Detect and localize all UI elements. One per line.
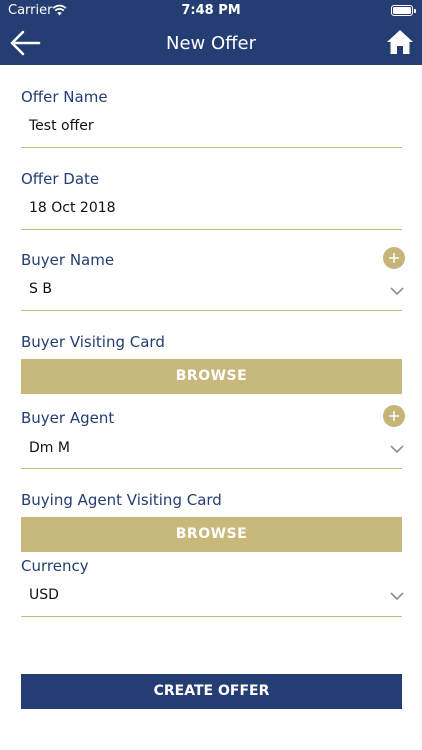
status-time: 7:48 PM (181, 3, 241, 18)
offer-name-field[interactable]: Test offer (29, 118, 94, 134)
home-icon[interactable] (386, 28, 414, 56)
add-buyer-button[interactable] (383, 247, 405, 269)
buying-agent-visiting-card-label: Buying Agent Visiting Card (21, 491, 222, 509)
chevron-down-icon[interactable] (390, 591, 404, 601)
buyer-name-label: Buyer Name (21, 251, 115, 269)
offer-date-field[interactable]: 18 Oct 2018 (29, 200, 116, 216)
plus-icon (389, 253, 399, 263)
divider (21, 468, 402, 469)
page-title: New Offer (165, 33, 257, 54)
currency-label: Currency (21, 557, 89, 575)
status-bar: Carrier 7:48 PM (0, 0, 422, 22)
offer-name-label: Offer Name (21, 88, 108, 106)
buyer-visiting-card-label: Buyer Visiting Card (21, 333, 165, 351)
plus-icon (389, 411, 399, 421)
add-agent-button[interactable] (383, 405, 405, 427)
create-offer-button[interactable]: CREATE OFFER (21, 674, 402, 709)
browse-buyer-card-button[interactable]: BROWSE (21, 359, 402, 394)
divider (21, 147, 402, 148)
buyer-name-select[interactable]: S B (29, 281, 52, 297)
divider (21, 310, 402, 311)
buyer-agent-label: Buyer Agent (21, 409, 115, 427)
divider (21, 229, 402, 230)
battery-icon (391, 5, 416, 16)
browse-agent-card-button[interactable]: BROWSE (21, 517, 402, 552)
divider (21, 616, 402, 617)
currency-select[interactable]: USD (29, 587, 59, 603)
chevron-down-icon[interactable] (390, 286, 404, 296)
offer-date-label: Offer Date (21, 170, 100, 188)
buyer-agent-select[interactable]: Dm M (29, 440, 70, 456)
chevron-down-icon[interactable] (390, 444, 404, 454)
nav-bar: New Offer (0, 22, 422, 65)
